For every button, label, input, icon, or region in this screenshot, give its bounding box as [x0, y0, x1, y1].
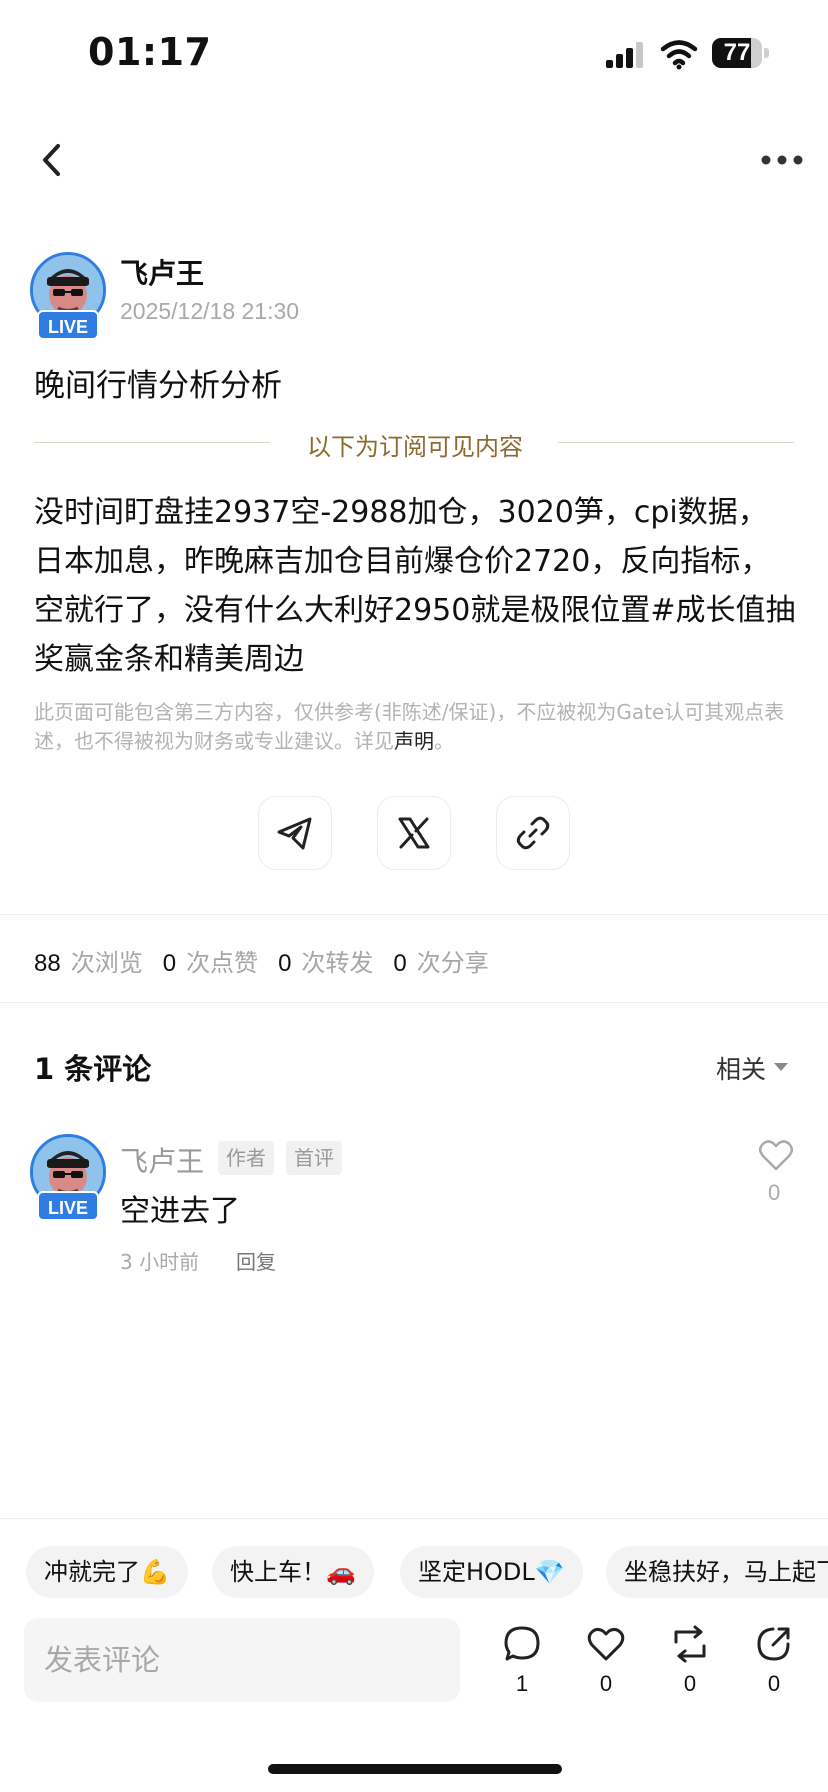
author-tag: 作者	[218, 1141, 274, 1175]
battery-indicator: 77	[712, 38, 770, 70]
disclaimer-link[interactable]: 声明	[394, 729, 434, 753]
share-total: 0	[767, 1671, 781, 1696]
post-stats: 88 次浏览 0 次点赞 0 次转发 0 次分享	[34, 943, 509, 978]
comment-time: 3 小时前	[120, 1250, 200, 1274]
comment-total: 1	[515, 1671, 529, 1696]
reposts-label: 次转发	[301, 949, 374, 977]
wifi-icon	[660, 40, 698, 70]
share-icon[interactable]	[754, 1624, 794, 1664]
comment-text: 空进去了	[120, 1194, 240, 1229]
x-icon	[398, 817, 430, 849]
back-icon[interactable]	[38, 140, 68, 180]
divider-left	[34, 442, 270, 443]
battery-level: 77	[723, 39, 751, 66]
status-time: 01:17	[88, 30, 212, 74]
post-title: 晚间行情分析分析	[34, 368, 282, 404]
home-indicator[interactable]	[268, 1764, 562, 1774]
cellular-signal-icon	[606, 42, 643, 68]
subscriber-content-label: 以下为订阅可见内容	[307, 433, 523, 461]
live-badge: LIVE	[37, 1191, 99, 1221]
divider-right	[558, 442, 794, 443]
commenter-name[interactable]: 飞卢王	[120, 1140, 204, 1180]
quick-reply-chip[interactable]: 坚定HODL💎	[400, 1546, 583, 1598]
views-count: 88	[34, 950, 61, 977]
disclaimer-end: 。	[434, 729, 454, 753]
heart-icon[interactable]	[758, 1138, 794, 1172]
shares-count: 0	[393, 950, 407, 977]
quick-reply-chip[interactable]: 坐稳扶好，马上起飞	[606, 1546, 828, 1598]
comment-icon[interactable]	[502, 1624, 542, 1664]
share-telegram-button[interactable]	[258, 796, 332, 870]
reposts-count: 0	[278, 950, 292, 977]
copy-link-button[interactable]	[496, 796, 570, 870]
author-name[interactable]: 飞卢王	[120, 252, 204, 292]
section-divider	[0, 1002, 828, 1003]
telegram-icon	[277, 817, 312, 850]
more-options-icon[interactable]	[760, 148, 804, 172]
shares-label: 次分享	[416, 949, 489, 977]
post-content: 没时间盯盘挂2937空-2988加仓，3020笋，cpi数据，日本加息，昨晚麻吉…	[34, 495, 796, 677]
caret-down-icon[interactable]	[774, 1063, 788, 1071]
comment-like-count: 0	[768, 1180, 781, 1205]
quick-reply-chip[interactable]: 快上车！🚗	[212, 1546, 374, 1598]
repost-total: 0	[683, 1671, 697, 1696]
comment-input[interactable]	[24, 1618, 460, 1702]
link-icon	[516, 816, 550, 850]
repost-icon[interactable]	[670, 1624, 710, 1664]
sort-dropdown[interactable]: 相关	[716, 1050, 766, 1086]
quick-reply-chip[interactable]: 冲就完了💪	[26, 1546, 188, 1598]
comment-count: 1 条评论	[34, 1052, 152, 1086]
live-badge: LIVE	[37, 310, 99, 340]
share-x-button[interactable]	[377, 796, 451, 870]
like-icon[interactable]	[586, 1624, 626, 1664]
post-timestamp: 2025/12/18 21:30	[120, 298, 300, 324]
reply-button[interactable]: 回复	[236, 1246, 276, 1275]
likes-label: 次点赞	[186, 949, 259, 977]
like-total: 0	[599, 1671, 613, 1696]
likes-count: 0	[162, 950, 177, 977]
views-label: 次浏览	[70, 949, 143, 977]
first-comment-tag: 首评	[286, 1141, 342, 1175]
section-divider	[0, 914, 828, 915]
bottom-bar-divider	[0, 1518, 828, 1519]
disclaimer: 此页面可能包含第三方内容，仅供参考(非陈述/保证)，不应被视为Gate认可其观点…	[34, 698, 796, 756]
